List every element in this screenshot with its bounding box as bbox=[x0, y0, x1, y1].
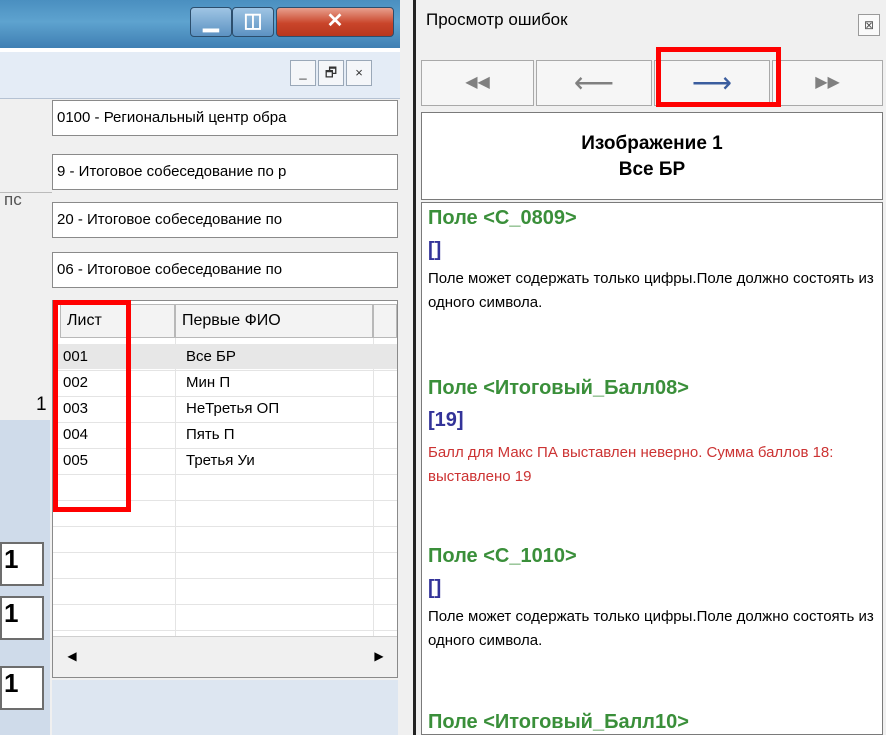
mdi-close-button[interactable]: × bbox=[346, 60, 372, 86]
last-error-button[interactable]: ▶▶ bbox=[772, 60, 883, 106]
highlight-next-button bbox=[656, 47, 781, 107]
cell-name: Все БР bbox=[186, 348, 236, 365]
error-message: Балл для Макс ПА выставлен неверно. Сумм… bbox=[428, 444, 834, 485]
error-message: Поле может содержать только цифры.Поле д… bbox=[428, 270, 874, 311]
grid-row-line bbox=[53, 604, 397, 605]
error-field-value: [19] bbox=[428, 409, 464, 431]
column-header-name[interactable]: Первые ФИО bbox=[175, 304, 373, 338]
error-field-title: Поле <Итоговый_Балл10> bbox=[428, 711, 689, 733]
partial-cell[interactable]: 1 bbox=[0, 542, 44, 586]
error-field-title: Поле <С_0809> bbox=[428, 207, 577, 229]
form-field[interactable]: 06 - Итоговое собеседование по bbox=[52, 252, 398, 288]
image-title: Изображение 1 bbox=[581, 133, 723, 154]
grid-row-line bbox=[53, 578, 397, 579]
horizontal-scrollbar[interactable] bbox=[53, 636, 397, 677]
prev-error-button[interactable]: ⟵ bbox=[536, 60, 652, 106]
error-field-value: [] bbox=[428, 577, 442, 599]
cell-name: НеТретья ОП bbox=[186, 400, 280, 417]
side-digit: 1 bbox=[36, 394, 47, 415]
scroll-left-icon[interactable]: ◀ bbox=[57, 640, 87, 672]
mdi-minimize-button[interactable]: _ bbox=[290, 60, 316, 86]
image-sheet-name: Все БР bbox=[618, 159, 686, 180]
exam-field[interactable]: 20 - Итоговое собеседование по bbox=[52, 202, 398, 238]
close-button[interactable]: ✕ bbox=[276, 7, 394, 37]
highlight-sheet-column bbox=[53, 300, 131, 512]
cell-name: Пять П bbox=[186, 426, 235, 443]
subject-field[interactable]: 9 - Итоговое собеседование по р bbox=[52, 154, 398, 190]
maximize-button[interactable]: ◫ bbox=[232, 7, 274, 37]
mdi-restore-button[interactable]: 🗗 bbox=[318, 60, 344, 86]
column-header-extra[interactable] bbox=[373, 304, 397, 338]
first-error-button[interactable]: ◀◀ bbox=[421, 60, 534, 106]
partial-cell[interactable]: 1 bbox=[0, 666, 44, 710]
errors-panel-title: Просмотр ошибок bbox=[426, 10, 568, 29]
side-tab-label: пс bbox=[4, 190, 22, 209]
error-message: Поле может содержать только цифры.Поле д… bbox=[428, 608, 874, 649]
cell-name: Мин П bbox=[186, 374, 231, 391]
left-strip-row bbox=[0, 148, 52, 193]
partial-cell[interactable]: 1 bbox=[0, 596, 44, 640]
region-field[interactable]: 0100 - Региональный центр обра bbox=[52, 100, 398, 136]
cell-name: Третья Уи bbox=[186, 452, 255, 469]
grid-row-line bbox=[53, 552, 397, 553]
grid-row-line bbox=[53, 630, 397, 631]
error-field-value: [] bbox=[428, 239, 442, 261]
errors-list[interactable]: Поле <С_0809> [] Поле может содержать то… bbox=[421, 202, 883, 735]
error-field-title: Поле <Итоговый_Балл08> bbox=[428, 377, 689, 399]
grid-row-line bbox=[53, 526, 397, 527]
splitter[interactable] bbox=[400, 0, 416, 735]
scroll-right-icon[interactable]: ▶ bbox=[364, 640, 394, 672]
panel-close-icon[interactable]: ⊠ bbox=[858, 14, 880, 36]
image-header: Изображение 1 Все БР bbox=[421, 112, 883, 200]
minimize-button[interactable]: ▁ bbox=[190, 7, 232, 37]
grid-footer bbox=[52, 680, 398, 735]
error-field-title: Поле <С_1010> bbox=[428, 545, 577, 567]
